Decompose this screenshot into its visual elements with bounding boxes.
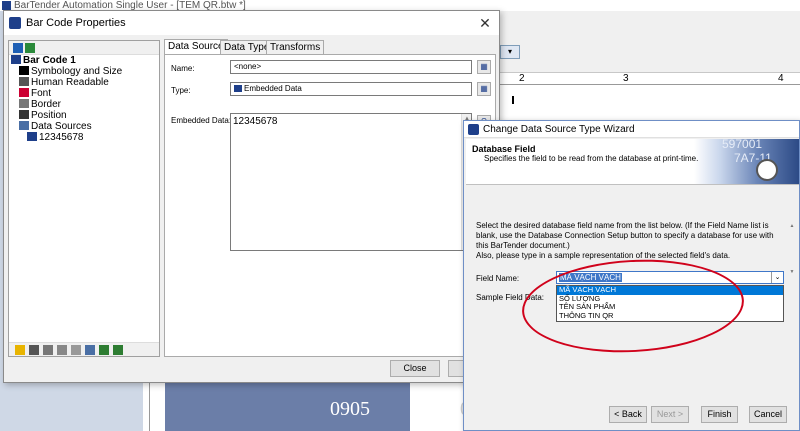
tree-item[interactable]: Symbology and Size <box>9 66 159 77</box>
bcp-footer: Close H <box>4 356 499 382</box>
ruler-mark: 2 <box>519 73 525 84</box>
data-source-tab-body: Name: <none> ▦ Type: Embedded Data ▦ Emb… <box>164 54 496 357</box>
tree-item-label: 12345678 <box>39 132 84 143</box>
tab-data-source[interactable]: Data Source <box>164 39 228 54</box>
wizard-banner-image: 597001 7A7-11 <box>694 139 799 184</box>
name-options-button[interactable]: ▦ <box>477 60 491 74</box>
embedded-data-label: Embedded Data: <box>171 116 232 125</box>
tree-item[interactable]: 12345678 <box>9 132 159 143</box>
barcode-bars-icon <box>19 66 29 75</box>
delete-icon[interactable] <box>43 345 53 355</box>
tree-item-label: Symbology and Size <box>31 66 123 77</box>
cancel-button[interactable]: Cancel <box>749 406 787 423</box>
sample-field-data-label: Sample Field Data: <box>476 293 545 302</box>
embedded-data-textarea[interactable]: 12345678 ▲ ▼ <box>230 113 472 251</box>
type-options-button[interactable]: ▦ <box>477 82 491 96</box>
dropdown-option[interactable]: THÔNG TIN QR <box>557 311 783 321</box>
border-icon <box>19 99 29 108</box>
ruler-mark: 3 <box>623 73 629 84</box>
tree-item-label: Human Readable <box>31 77 109 88</box>
move-down-icon[interactable] <box>113 345 123 355</box>
font-icon <box>19 88 29 97</box>
ruler-mark: 4 <box>778 73 784 84</box>
label-preview-text: 0905 <box>330 398 370 420</box>
paste-icon[interactable] <box>85 345 95 355</box>
wizard-instructions: Select the desired database field name f… <box>476 221 782 261</box>
scroll-up-icon[interactable]: ▲ <box>789 221 795 231</box>
properties-tree: Bar Code 1 Symbology and Size Human Readab… <box>9 55 159 143</box>
tree-item[interactable]: Data Sources <box>9 121 159 132</box>
clock-icon <box>756 159 778 181</box>
tree-item-label: Border <box>31 99 62 110</box>
name-label: Name: <box>171 64 195 73</box>
type-label: Type: <box>171 86 191 95</box>
bartender-icon <box>9 17 21 29</box>
tree-item[interactable]: Bar Code 1 <box>9 55 159 66</box>
tree-item-label: Data Sources <box>31 121 92 132</box>
collapse-icon[interactable] <box>25 43 35 53</box>
toolbar-dropdown[interactable]: ▾ <box>500 45 520 59</box>
embedded-data-icon <box>234 85 242 92</box>
instructions-text: Select the desired database field name f… <box>476 221 774 250</box>
expand-icon[interactable] <box>13 43 23 53</box>
move-up-icon[interactable] <box>99 345 109 355</box>
instructions-scrollbar[interactable]: ▲ ▼ <box>789 221 795 277</box>
back-button[interactable]: < Back <box>609 406 647 423</box>
name-field[interactable]: <none> <box>230 60 472 74</box>
tree-item-label: Font <box>31 88 52 99</box>
text-cursor-mark <box>512 96 514 104</box>
wizard-body: Select the desired database field name f… <box>466 185 799 385</box>
scroll-down-icon[interactable]: ▼ <box>789 267 795 277</box>
tree-top-toolbar <box>9 41 159 55</box>
next-button[interactable]: Next > <box>651 406 689 423</box>
chevron-down-icon[interactable]: ⌄ <box>771 272 783 283</box>
type-field[interactable]: Embedded Data <box>230 82 472 96</box>
wizard-titlebar: Change Data Source Type Wizard <box>464 121 799 138</box>
wizard-icon[interactable] <box>29 345 39 355</box>
wizard-title: Change Data Source Type Wizard <box>483 124 635 135</box>
tree-item[interactable]: Position <box>9 110 159 121</box>
properties-content: Data Source Data Type Transforms Name: <… <box>164 38 496 357</box>
tree-bottom-toolbar <box>9 342 159 356</box>
tree-item[interactable]: Border <box>9 99 159 110</box>
field-name-dropdown-list: MÃ VẠCH VẠCH SỐ LƯỢNG TÊN SẢN PHẨM THÔNG… <box>556 285 784 322</box>
banner-number: 597001 <box>722 139 763 151</box>
readable-text-icon <box>19 77 29 86</box>
close-button[interactable]: Close <box>390 360 440 377</box>
instructions-text-2: Also, please type in a sample representa… <box>476 251 731 260</box>
wizard-header-title: Database Field <box>472 144 536 154</box>
app-toolbar <box>497 11 800 73</box>
cut-icon[interactable] <box>57 345 67 355</box>
tree-item[interactable]: Font <box>9 88 159 99</box>
tree-item[interactable]: Human Readable <box>9 77 159 88</box>
close-icon[interactable]: ✕ <box>477 11 493 35</box>
field-name-select[interactable]: MÃ VẠCH VẠCH ⌄ <box>556 271 784 284</box>
new-icon[interactable] <box>15 345 25 355</box>
wizard-header-description: Specifies the field to be read from the … <box>484 154 699 163</box>
copy-icon[interactable] <box>71 345 81 355</box>
label-preview-block[interactable] <box>165 378 410 431</box>
change-data-source-wizard: Change Data Source Type Wizard 597001 7A… <box>463 120 800 431</box>
field-name-value: MÃ VẠCH VẠCH <box>559 273 622 282</box>
position-icon <box>19 110 29 119</box>
bcp-title: Bar Code Properties <box>26 17 126 29</box>
data-sources-icon <box>19 121 29 130</box>
embedded-data-icon <box>27 132 37 141</box>
tree-item-label: Position <box>31 110 67 121</box>
barcode-icon <box>11 55 21 64</box>
embedded-data-value: 12345678 <box>233 116 278 127</box>
type-value: Embedded Data <box>244 84 302 93</box>
bar-code-properties-dialog: Bar Code Properties ✕ Bar Code 1 Symbolog… <box>3 10 500 383</box>
bcp-titlebar: Bar Code Properties ✕ <box>4 11 499 35</box>
tree-item-label: Bar Code 1 <box>23 55 76 66</box>
wizard-header: 597001 7A7-11 Database Field Specifies t… <box>466 139 799 185</box>
bartender-icon <box>2 1 11 10</box>
finish-button[interactable]: Finish <box>701 406 738 423</box>
properties-tree-panel: Bar Code 1 Symbology and Size Human Readab… <box>8 40 160 357</box>
bartender-icon <box>468 124 479 135</box>
wizard-footer: < Back Next > Finish Cancel <box>464 398 799 430</box>
tab-transforms[interactable]: Transforms <box>266 40 325 54</box>
field-name-label: Field Name: <box>476 274 520 283</box>
